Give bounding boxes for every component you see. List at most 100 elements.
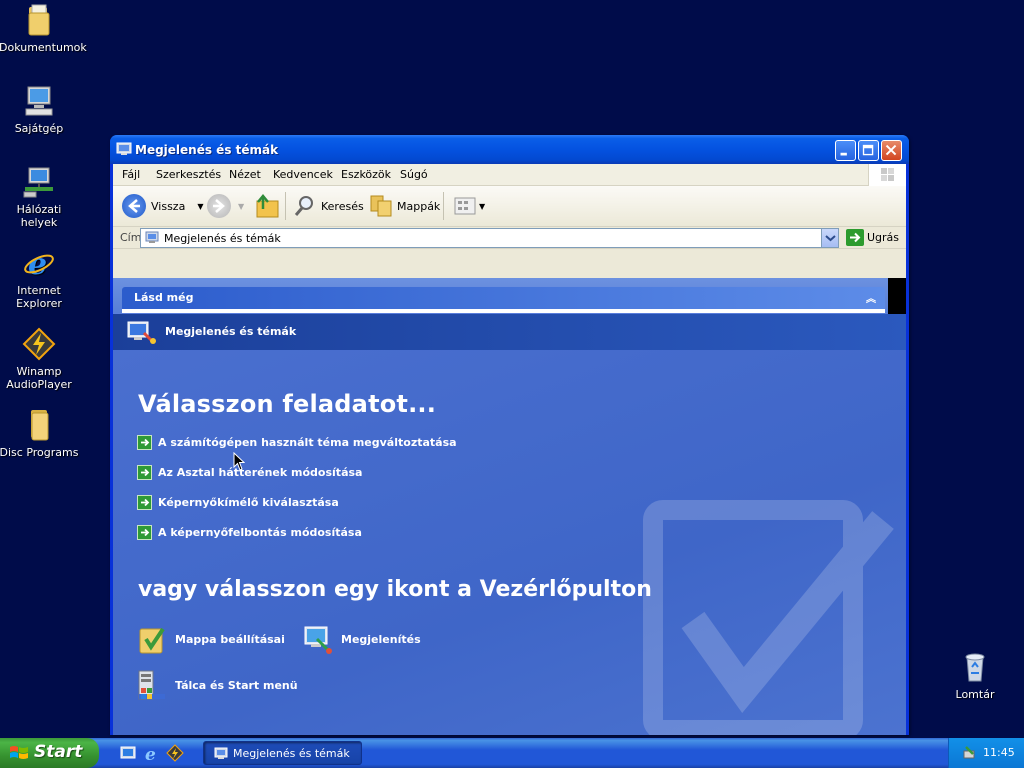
- cp-item-folder-options[interactable]: Mappa beállításai: [137, 623, 285, 655]
- folder-documents-icon: [22, 3, 56, 37]
- views-dropdown-icon[interactable]: ▼: [479, 202, 485, 211]
- search-label: Keresés: [321, 199, 364, 213]
- desktop-icon-winamp[interactable]: Winamp AudioPlayer: [0, 327, 79, 391]
- winamp-icon[interactable]: [166, 744, 184, 762]
- task-pane: Lásd még ︽: [113, 278, 888, 313]
- search-button[interactable]: Keresés: [293, 192, 364, 220]
- green-arrow-icon: [137, 495, 152, 510]
- taskbar: Start e Megjelenés és témák 11:45: [0, 738, 1024, 768]
- folder-icon: [22, 408, 56, 442]
- folders-icon: [370, 195, 392, 217]
- green-arrow-icon: [137, 525, 152, 540]
- go-label: Ugrás: [867, 231, 900, 244]
- desktop-icon-documents[interactable]: Dokumentumok: [0, 3, 87, 54]
- clock[interactable]: 11:45: [983, 746, 1015, 759]
- go-arrow-icon: [846, 229, 864, 246]
- task-link-change-theme[interactable]: A számítógépen használt téma megváltozta…: [137, 435, 457, 450]
- folder-options-icon: [137, 623, 167, 655]
- menu-edit[interactable]: Szerkesztés: [156, 168, 221, 181]
- internet-explorer-icon[interactable]: e: [143, 744, 161, 762]
- desktop-icon-my-computer[interactable]: Sajátgép: [0, 84, 79, 135]
- windows-logo-icon: [868, 164, 906, 186]
- address-dropdown-button[interactable]: [821, 229, 838, 247]
- desktop-icon-internet-explorer[interactable]: e Internet Explorer: [0, 246, 79, 310]
- back-button[interactable]: Vissza ▼: [122, 192, 203, 220]
- cp-item-label: Megjelenítés: [341, 632, 421, 646]
- taskbar-start-menu-icon: [137, 669, 167, 701]
- content-area: Lásd még ︽ Megjelenés és témák Válasszon…: [113, 278, 906, 735]
- menu-bar: Fájl Szerkesztés Nézet Kedvencek Eszközö…: [113, 164, 906, 186]
- internet-explorer-icon: e: [22, 246, 56, 282]
- task-link-screen-resolution[interactable]: A képernyőfelbontás módosítása: [137, 525, 362, 540]
- cp-item-display[interactable]: Megjelenítés: [303, 623, 421, 655]
- minimize-button[interactable]: [835, 140, 856, 161]
- control-panel-icon: [214, 747, 228, 759]
- folder-up-icon: [256, 194, 279, 218]
- control-panel-icon: [145, 231, 159, 245]
- svg-text:e: e: [145, 745, 156, 762]
- title-bar[interactable]: Megjelenés és témák: [110, 135, 909, 164]
- see-also-header[interactable]: Lásd még ︽: [122, 287, 885, 309]
- maximize-button[interactable]: [858, 140, 879, 161]
- collapse-icon[interactable]: ︽: [866, 290, 876, 305]
- views-button[interactable]: ▼: [453, 192, 485, 220]
- forward-button[interactable]: ▼: [207, 192, 244, 220]
- start-label: Start: [34, 742, 83, 762]
- category-header: Megjelenés és témák: [113, 314, 906, 350]
- maximize-icon: [862, 144, 874, 156]
- mouse-cursor-icon: [233, 452, 245, 471]
- menu-file[interactable]: Fájl: [122, 168, 140, 181]
- main-panel: Válasszon feladatot... A számítógépen ha…: [113, 350, 906, 735]
- up-button[interactable]: [254, 192, 280, 220]
- task-link-screensaver[interactable]: Képernyőkímélő kiválasztása: [137, 495, 339, 510]
- close-button[interactable]: [881, 140, 902, 161]
- folders-button[interactable]: Mappák: [368, 192, 440, 220]
- menu-favorites[interactable]: Kedvencek: [273, 168, 333, 181]
- desktop-icon-recycle-bin[interactable]: Lomtár: [935, 650, 1015, 701]
- taskbar-window-button[interactable]: Megjelenés és témák: [203, 741, 362, 765]
- chevron-down-icon: [825, 235, 836, 242]
- see-also-panel: [122, 309, 885, 313]
- task-label: A képernyőfelbontás módosítása: [158, 526, 362, 539]
- show-desktop-icon[interactable]: [119, 744, 137, 762]
- window-title: Megjelenés és témák: [135, 143, 279, 157]
- pick-task-heading: Válasszon feladatot...: [138, 390, 437, 418]
- task-label: A számítógépen használt téma megváltozta…: [158, 436, 457, 449]
- go-button[interactable]: Ugrás: [846, 229, 899, 246]
- forward-arrow-icon: [207, 194, 231, 218]
- pick-icon-heading: vagy válasszon egy ikont a Vezérlőpulton: [138, 577, 652, 602]
- menu-help[interactable]: Súgó: [400, 168, 428, 181]
- address-value: Megjelenés és témák: [164, 232, 281, 245]
- minimize-icon: [840, 152, 847, 156]
- desktop-icon-network-places[interactable]: Hálózati helyek: [0, 165, 79, 229]
- recycle-bin-icon: [958, 650, 992, 684]
- address-input[interactable]: Megjelenés és témák: [140, 228, 839, 248]
- system-tray: 11:45: [948, 738, 1024, 768]
- forward-dropdown-icon: ▼: [238, 201, 245, 211]
- desktop-icon-disc-programs[interactable]: Disc Programs: [0, 408, 79, 459]
- checkmark-watermark-icon: [643, 500, 894, 735]
- green-arrow-icon: [137, 465, 152, 480]
- menu-tools[interactable]: Eszközök: [341, 168, 391, 181]
- display-icon: [303, 623, 333, 655]
- green-arrow-icon: [137, 435, 152, 450]
- task-label: Az Asztal hátterének módosítása: [158, 466, 363, 479]
- start-button[interactable]: Start: [0, 738, 99, 768]
- views-icon: [454, 197, 476, 215]
- category-title: Megjelenés és témák: [165, 325, 297, 338]
- my-computer-icon: [22, 84, 56, 118]
- safely-remove-hardware-icon[interactable]: [961, 745, 977, 761]
- appearance-themes-icon: [126, 319, 158, 345]
- cp-item-taskbar-start-menu[interactable]: Tálca és Start menü: [137, 669, 298, 701]
- see-also-title: Lásd még: [134, 291, 194, 304]
- address-bar: Cím Megjelenés és témák Ugrás: [113, 227, 906, 249]
- back-dropdown-icon[interactable]: ▼: [197, 202, 203, 211]
- menu-view[interactable]: Nézet: [229, 168, 261, 181]
- task-link-desktop-background[interactable]: Az Asztal hátterének módosítása: [137, 465, 362, 480]
- address-label: Cím: [120, 231, 142, 244]
- windows-logo-icon: [10, 746, 28, 759]
- cp-item-label: Tálca és Start menü: [175, 678, 298, 692]
- back-arrow-icon: [122, 194, 146, 218]
- winamp-icon: [22, 327, 56, 361]
- control-panel-icon: [116, 142, 132, 156]
